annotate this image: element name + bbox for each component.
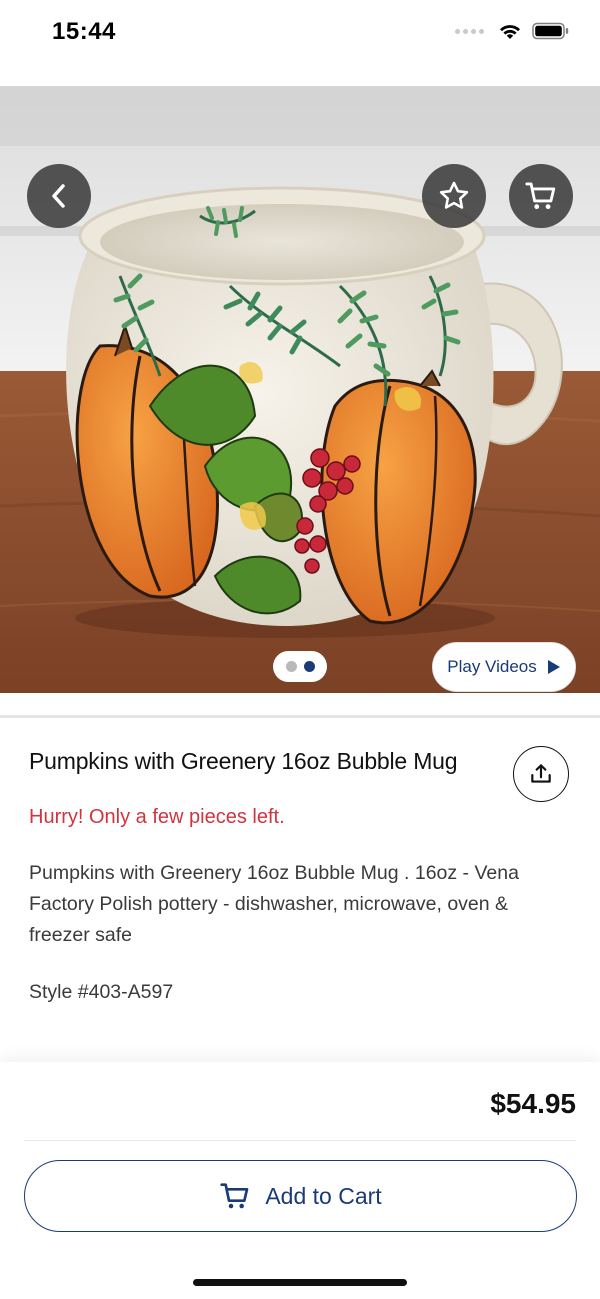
- cart-button[interactable]: [509, 164, 573, 228]
- cart-icon: [525, 182, 556, 210]
- status-icons: [455, 22, 570, 40]
- product-description: Pumpkins with Greenery 16oz Bubble Mug .…: [29, 862, 519, 946]
- low-stock-notice: Hurry! Only a few pieces left.: [29, 806, 285, 828]
- star-icon: [439, 181, 469, 209]
- pager-dot-1[interactable]: [285, 661, 297, 672]
- favorite-button[interactable]: [422, 164, 486, 228]
- battery-icon: [532, 22, 569, 40]
- play-videos-label: Play Videos: [447, 657, 537, 676]
- cart-icon: [220, 1183, 249, 1209]
- home-indicator[interactable]: [193, 1279, 407, 1286]
- chevron-left-icon: [52, 184, 65, 208]
- product-image-carousel[interactable]: [0, 86, 600, 693]
- add-to-cart-label: Add to Cart: [265, 1182, 382, 1209]
- play-videos-button[interactable]: Play Videos: [432, 642, 576, 692]
- product-price: $54.95: [490, 1088, 576, 1119]
- pager-dot-2-active[interactable]: [303, 661, 315, 672]
- product-title: Pumpkins with Greenery 16oz Bubble Mug: [29, 748, 458, 774]
- status-time: 15:44: [52, 18, 116, 45]
- image-pager[interactable]: [273, 651, 327, 682]
- back-button[interactable]: [27, 164, 91, 228]
- product-photo: [0, 86, 600, 693]
- style-number: Style #403-A597: [29, 981, 174, 1003]
- section-divider: [0, 715, 600, 718]
- play-triangle-icon: [547, 660, 560, 674]
- share-icon: [531, 764, 551, 783]
- cellular-signal-icon: [455, 28, 484, 34]
- status-bar: 15:44: [0, 0, 600, 86]
- share-button[interactable]: [513, 746, 569, 802]
- wifi-icon: [500, 25, 520, 39]
- add-to-cart-button[interactable]: Add to Cart: [24, 1160, 577, 1232]
- price-divider: [24, 1140, 576, 1141]
